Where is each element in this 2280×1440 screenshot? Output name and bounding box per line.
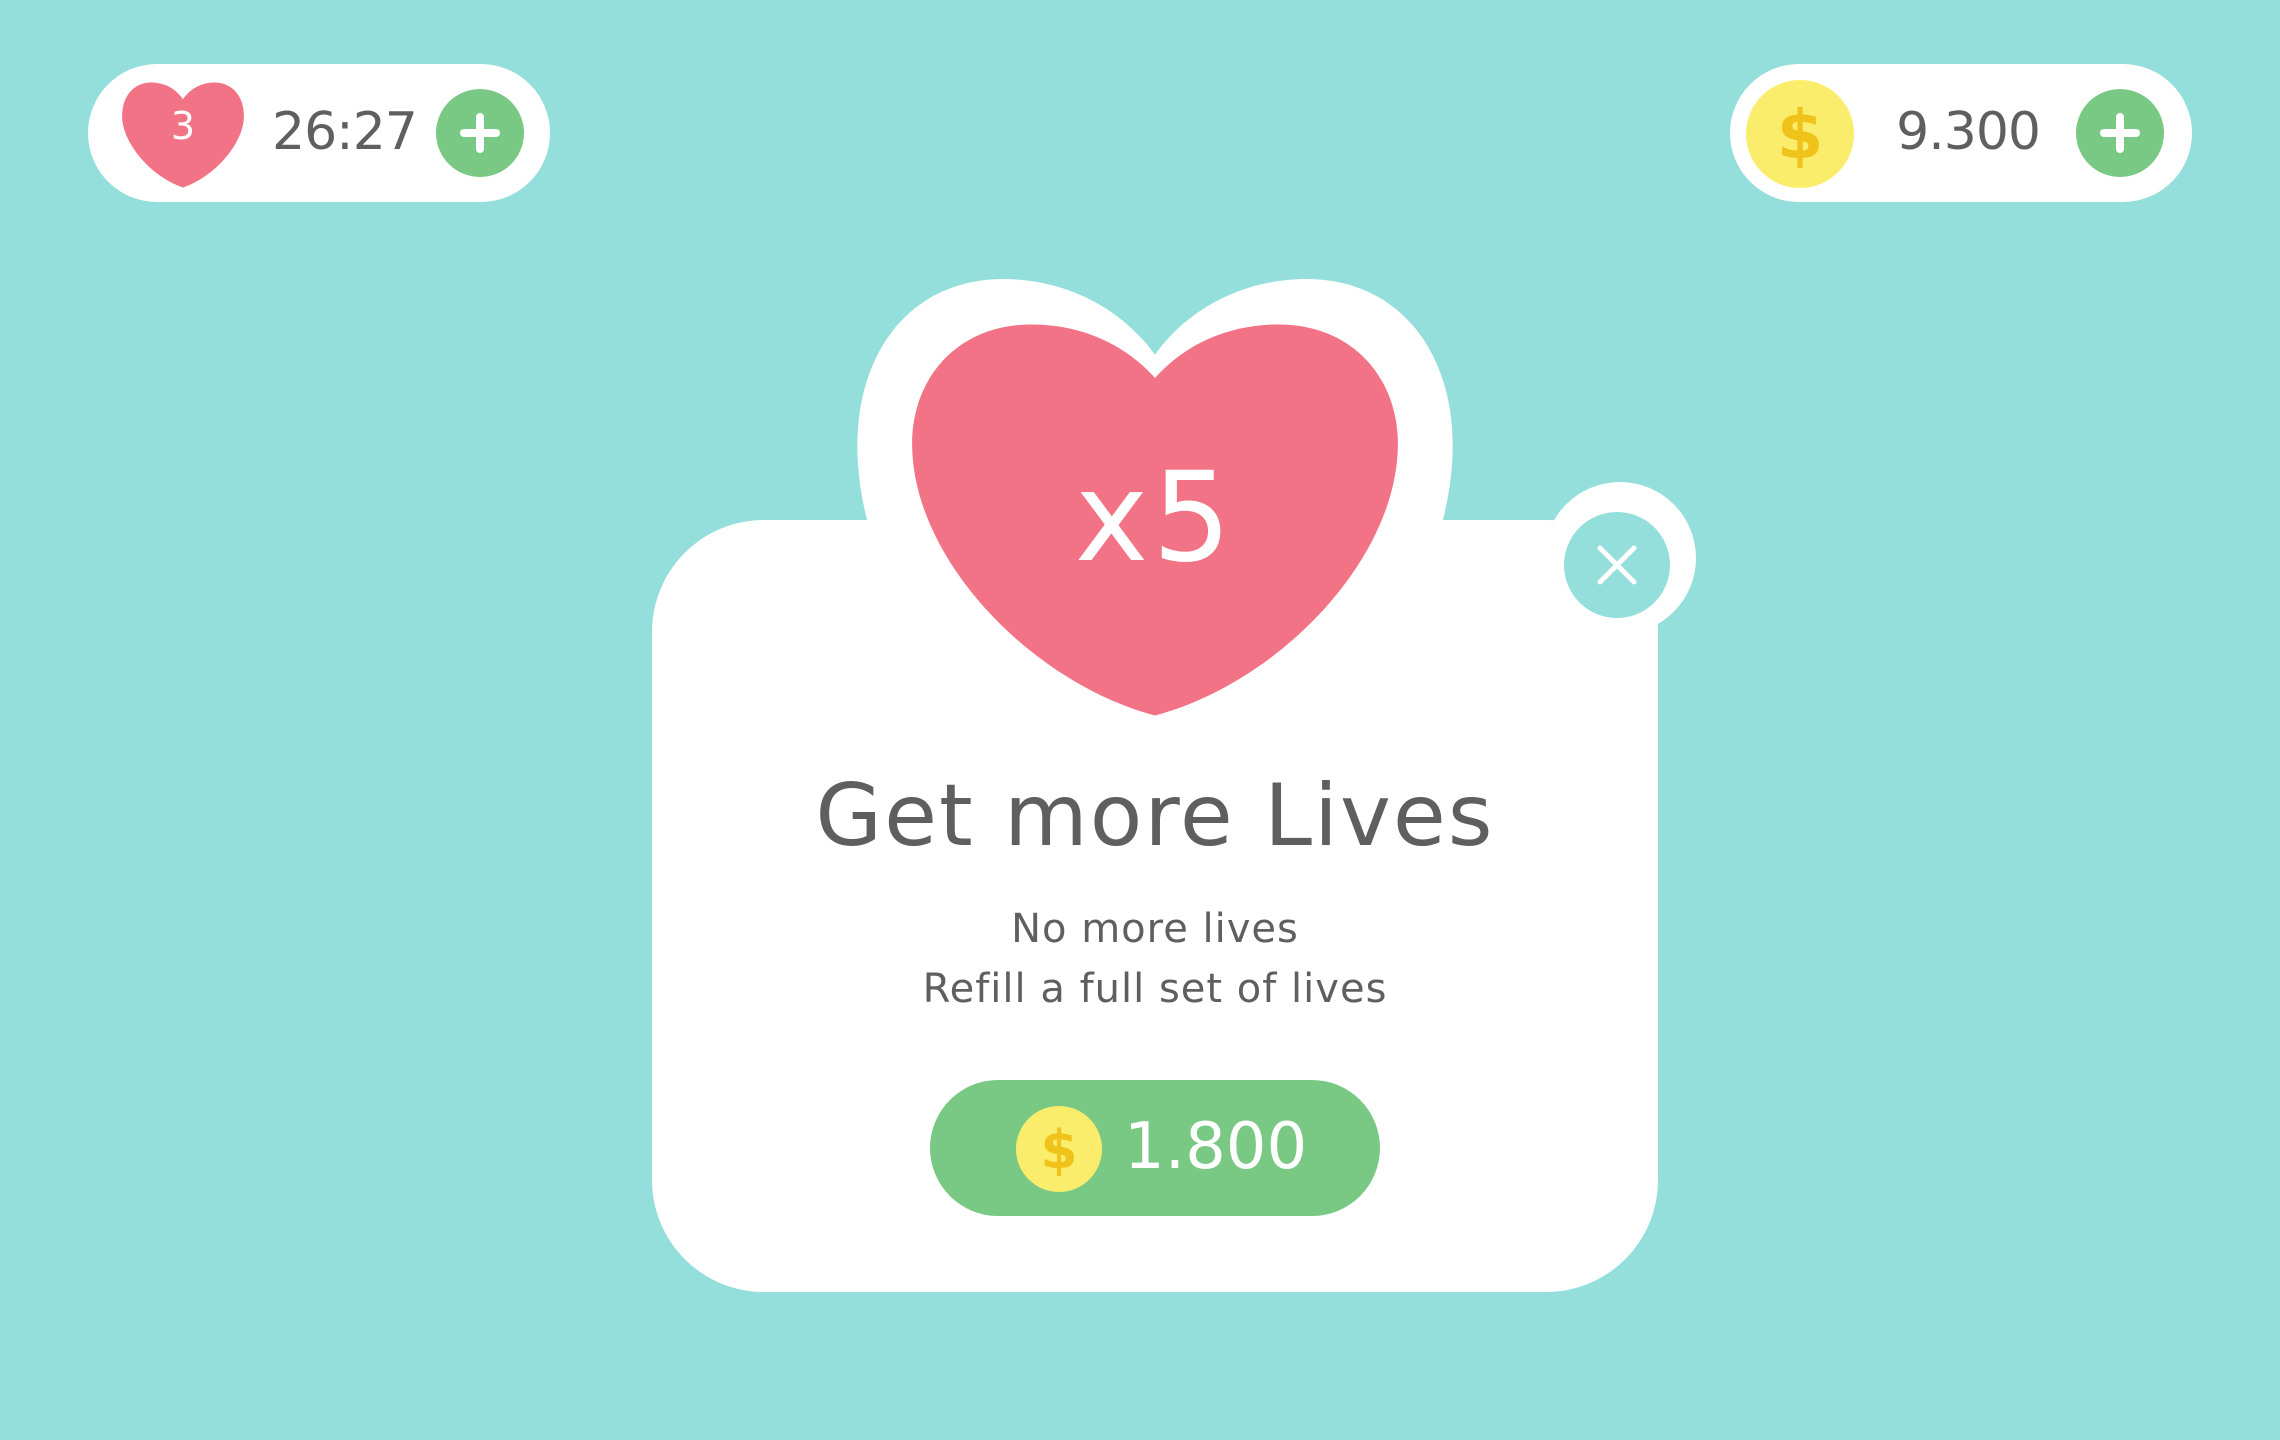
svg-text:$: $ xyxy=(1777,96,1824,174)
add-lives-button[interactable] xyxy=(436,89,524,177)
close-icon xyxy=(1597,545,1637,585)
add-coins-button[interactable] xyxy=(2076,89,2164,177)
coins-counter: $ 9.300 xyxy=(1730,64,2192,202)
dialog-message: No more lives xyxy=(1011,906,1299,952)
lives-refill-timer: 26:27 xyxy=(272,102,418,162)
dollar-coin-icon: $ xyxy=(1016,1106,1102,1192)
heart-icon: 3 xyxy=(120,80,246,190)
lives-counter: 3 26:27 xyxy=(88,64,550,202)
dollar-coin-icon: $ xyxy=(1746,80,1854,188)
svg-text:$: $ xyxy=(1040,1119,1077,1181)
lives-multiplier: x5 xyxy=(1074,446,1236,590)
close-button[interactable] xyxy=(1564,512,1670,618)
buy-lives-button[interactable]: $ 1.800 xyxy=(930,1080,1380,1216)
dialog-description: Refill a full set of lives xyxy=(922,966,1388,1012)
dialog-title: Get more Lives xyxy=(815,766,1495,866)
coin-balance: 9.300 xyxy=(1896,102,2041,162)
buy-price: 1.800 xyxy=(1124,1110,1308,1184)
lives-count: 3 xyxy=(170,104,196,148)
